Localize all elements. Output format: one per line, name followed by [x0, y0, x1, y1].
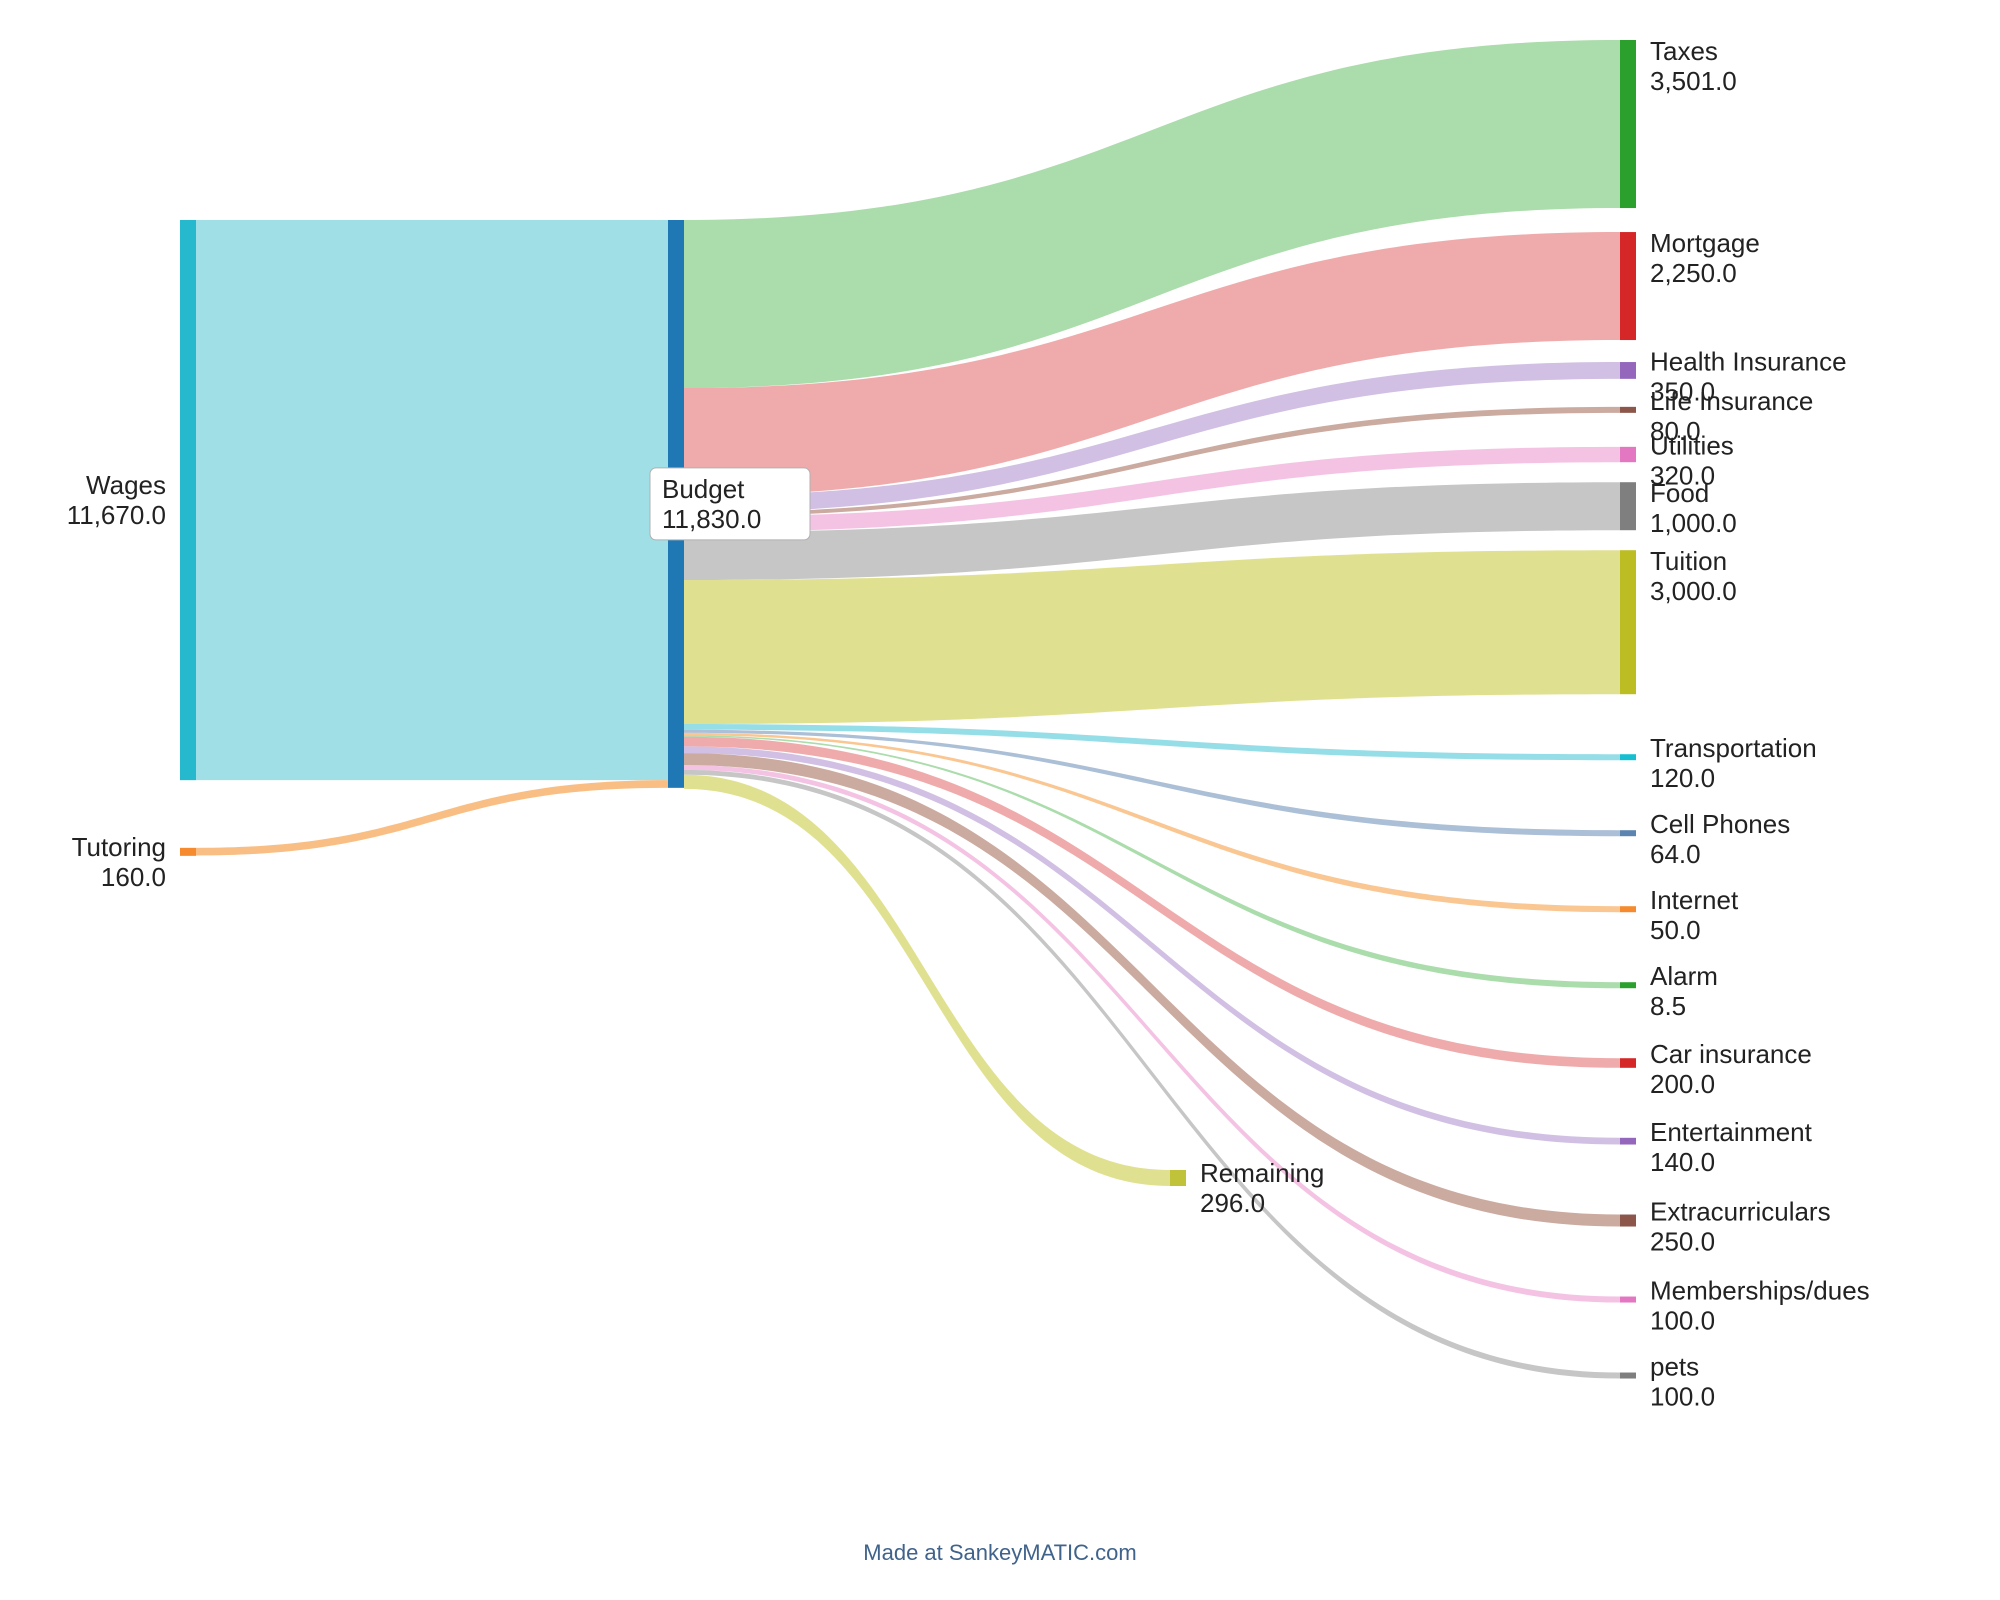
flow-wages-budget [196, 220, 668, 780]
node-name: Mortgage [1650, 228, 1760, 258]
node-name: Cell Phones [1650, 809, 1790, 839]
node-label-tuition: Tuition3,000.0 [1650, 546, 1737, 606]
node-value: 3,000.0 [1650, 576, 1737, 606]
node-value: 1,000.0 [1650, 508, 1737, 538]
node-value: 250.0 [1650, 1227, 1715, 1257]
node-label-food: Food1,000.0 [1650, 478, 1737, 538]
flow-budget-entertain [684, 746, 1620, 1144]
node-bar-cell [1620, 830, 1636, 836]
node-bar-tuition [1620, 550, 1636, 694]
node-bar-wages [180, 220, 196, 780]
node-label-extra: Extracurriculars250.0 [1650, 1197, 1831, 1257]
node-bar-life [1620, 407, 1636, 413]
node-value: 296.0 [1200, 1188, 1265, 1218]
node-label-transport: Transportation120.0 [1650, 733, 1817, 793]
node-label-taxes: Taxes3,501.0 [1650, 36, 1737, 96]
node-value: 11,830.0 [662, 504, 761, 534]
node-bar-remaining [1170, 1170, 1186, 1186]
node-name: Tutoring [72, 832, 166, 862]
flow-budget-remaining [684, 775, 1170, 1186]
node-label-internet: Internet50.0 [1650, 885, 1739, 945]
node-bar-carins [1620, 1058, 1636, 1068]
node-name: Alarm [1650, 961, 1718, 991]
node-name: Memberships/dues [1650, 1276, 1870, 1306]
node-bar-alarm [1620, 982, 1636, 988]
node-name: Life Insurance [1650, 386, 1813, 416]
node-value: 50.0 [1650, 915, 1701, 945]
node-value: 100.0 [1650, 1306, 1715, 1336]
node-name: Food [1650, 478, 1709, 508]
node-bar-taxes [1620, 40, 1636, 208]
node-name: Transportation [1650, 733, 1817, 763]
node-name: Remaining [1200, 1158, 1324, 1188]
node-name: Budget [662, 474, 745, 504]
node-label-member: Memberships/dues100.0 [1650, 1276, 1870, 1336]
node-bar-pets [1620, 1373, 1636, 1379]
node-name: Car insurance [1650, 1039, 1812, 1069]
node-name: Tuition [1650, 546, 1727, 576]
node-label-carins: Car insurance200.0 [1650, 1039, 1812, 1099]
node-label-cell: Cell Phones64.0 [1650, 809, 1790, 869]
flow-budget-extra [684, 753, 1620, 1226]
node-bar-entertain [1620, 1138, 1636, 1145]
node-bar-extra [1620, 1215, 1636, 1227]
node-value: 64.0 [1650, 839, 1701, 869]
node-bar-utilities [1620, 447, 1636, 462]
node-label-alarm: Alarm8.5 [1650, 961, 1718, 1021]
node-name: Utilities [1650, 431, 1734, 461]
node-bar-transport [1620, 754, 1636, 760]
node-value: 3,501.0 [1650, 66, 1737, 96]
node-value: 100.0 [1650, 1382, 1715, 1412]
node-bar-food [1620, 482, 1636, 530]
node-value: 140.0 [1650, 1147, 1715, 1177]
node-value: 200.0 [1650, 1069, 1715, 1099]
node-label-tutoring: Tutoring160.0 [72, 832, 166, 892]
node-label-mortgage: Mortgage2,250.0 [1650, 228, 1760, 288]
flow-tutoring-budget [196, 780, 668, 855]
node-name: pets [1650, 1352, 1699, 1382]
node-bar-mortgage [1620, 232, 1636, 340]
node-value: 120.0 [1650, 763, 1715, 793]
node-name: Extracurriculars [1650, 1197, 1831, 1227]
node-name: Internet [1650, 885, 1739, 915]
flows [196, 40, 1620, 1379]
node-label-budget: Budget11,830.0 [650, 468, 810, 540]
node-value: 2,250.0 [1650, 258, 1737, 288]
node-bar-tutoring [180, 848, 196, 856]
flow-budget-internet [684, 733, 1620, 912]
node-value: 160.0 [101, 862, 166, 892]
node-bar-member [1620, 1297, 1636, 1303]
node-label-pets: pets100.0 [1650, 1352, 1715, 1412]
node-name: Health Insurance [1650, 346, 1847, 376]
node-bar-health [1620, 362, 1636, 379]
node-label-entertain: Entertainment140.0 [1650, 1117, 1813, 1177]
chart-attribution: Made at SankeyMATIC.com [863, 1540, 1136, 1565]
node-value: 11,670.0 [67, 500, 166, 530]
sankey-diagram: Wages11,670.0 Tutoring160.0 Taxes3,501.0 Mo… [0, 0, 2000, 1600]
node-name: Taxes [1650, 36, 1718, 66]
node-name: Wages [86, 470, 166, 500]
node-label-wages: Wages11,670.0 [67, 470, 166, 530]
node-value: 8.5 [1650, 991, 1686, 1021]
node-bar-internet [1620, 906, 1636, 912]
node-name: Entertainment [1650, 1117, 1813, 1147]
